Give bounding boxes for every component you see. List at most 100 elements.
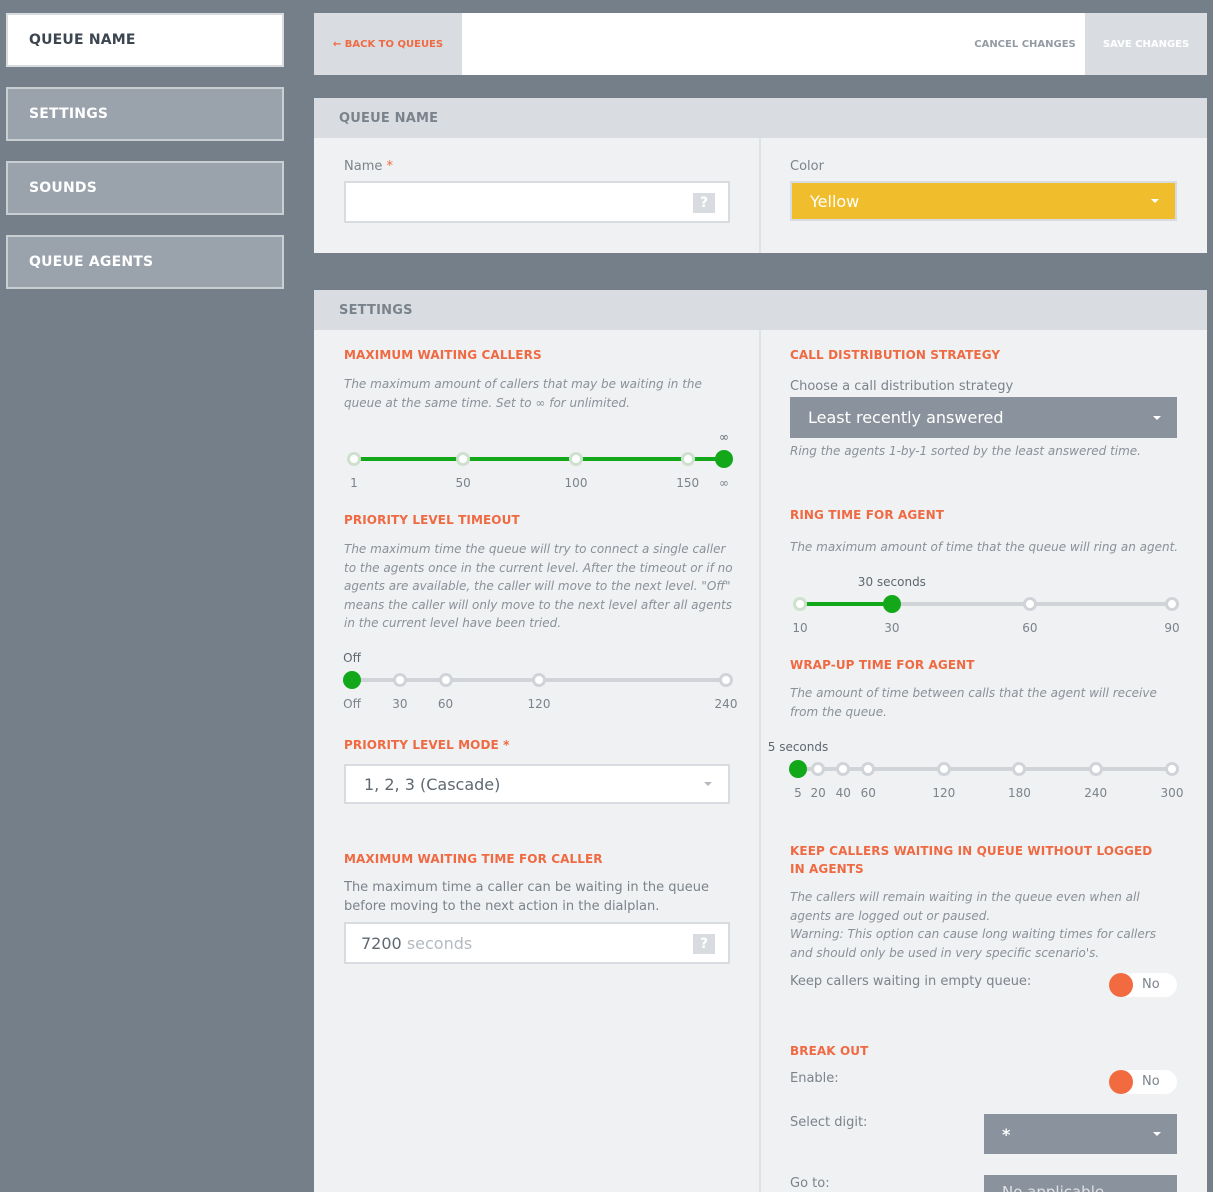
slider-tick[interactable] <box>836 762 851 776</box>
slider-value-label: Off <box>343 651 361 665</box>
keep-callers-toggle[interactable]: No <box>1109 973 1177 997</box>
color-value: Yellow <box>810 191 860 211</box>
slider-tick[interactable] <box>936 762 951 776</box>
slider-fill <box>800 602 892 606</box>
ring-time-title: RING TIME FOR AGENT <box>790 508 945 522</box>
slider-tick-label: 90 <box>1164 621 1180 635</box>
max-waiting-time-title: MAXIMUM WAITING TIME FOR CALLER <box>344 852 603 866</box>
slider-handle[interactable] <box>343 671 361 689</box>
help-icon[interactable]: ? <box>693 193 715 213</box>
slider-tick[interactable] <box>1088 762 1103 776</box>
name-field[interactable]: ? <box>344 181 730 223</box>
panel-title: QUEUE NAME <box>314 98 1207 138</box>
slider-tick[interactable] <box>1022 597 1037 611</box>
slider-tick-label: 240 <box>714 697 738 711</box>
max-waiting-callers-slider[interactable]: 1 50 100 150 ∞ ∞ <box>347 430 733 490</box>
slider-tick-label: 60 <box>860 786 876 800</box>
slider-tick[interactable] <box>456 452 471 466</box>
slider-handle[interactable] <box>882 595 901 613</box>
break-out-enable-toggle[interactable]: No <box>1109 1070 1177 1094</box>
settings-panel: SETTINGS MAXIMUM WAITING CALLERS The max… <box>314 290 1207 1192</box>
slider-value-label: 30 seconds <box>857 575 926 589</box>
priority-level-timeout-title: PRIORITY LEVEL TIMEOUT <box>344 513 520 527</box>
slider-tick[interactable] <box>1165 597 1179 611</box>
slider-tick-label: 20 <box>810 786 826 800</box>
slider-value-label: ∞ <box>719 430 729 444</box>
sidebar-item-label: SETTINGS <box>29 106 109 122</box>
call-distribution-hint: Ring the agents 1-by-1 sorted by the lea… <box>790 444 1141 458</box>
slider-tick[interactable] <box>569 452 583 466</box>
slider-tick-label: 60 <box>1022 621 1038 635</box>
slider-tick-label: 30 <box>392 697 408 711</box>
wrap-up-time-slider[interactable]: 5 20 40 60 120 180 240 300 5 seconds <box>768 740 1184 800</box>
slider-tick[interactable] <box>793 597 807 611</box>
break-out-goto-select[interactable]: No applicable <box>984 1175 1177 1192</box>
slider-tick[interactable] <box>719 673 733 687</box>
break-out-enable-label: Enable: <box>790 1071 839 1086</box>
column-divider <box>759 138 761 253</box>
toggle-knob <box>1109 1070 1133 1094</box>
priority-level-mode-value: 1, 2, 3 (Cascade) <box>364 774 501 794</box>
slider-handle[interactable] <box>789 760 807 778</box>
slider-tick[interactable] <box>1165 762 1179 776</box>
slider-tick-label: ∞ <box>719 476 729 490</box>
slider-tick-label: 180 <box>1007 786 1031 800</box>
chevron-down-icon <box>1153 1132 1161 1136</box>
slider-tick-label: 10 <box>792 621 808 635</box>
save-changes-button[interactable]: SAVE CHANGES <box>1085 13 1207 75</box>
slider-tick[interactable] <box>680 452 695 466</box>
sidebar-item-label: QUEUE AGENTS <box>29 254 154 270</box>
slider-tick-label: 300 <box>1160 786 1184 800</box>
slider-tick-label: 240 <box>1084 786 1108 800</box>
call-distribution-select[interactable]: Least recently answered <box>790 397 1177 438</box>
name-label: Name * <box>344 159 393 174</box>
priority-level-timeout-slider[interactable]: Off 30 60 120 240 Off <box>343 651 737 711</box>
color-select[interactable]: Yellow <box>790 181 1177 221</box>
chevron-down-icon <box>1151 199 1159 203</box>
priority-level-mode-select[interactable]: 1, 2, 3 (Cascade) <box>344 764 730 804</box>
sidebar-item-queue-name[interactable]: QUEUE NAME <box>6 13 284 67</box>
break-out-digit-select[interactable]: * <box>984 1114 1177 1154</box>
slider-tick[interactable] <box>811 762 826 776</box>
slider-tick-label: 50 <box>455 476 471 490</box>
break-out-title: BREAK OUT <box>790 1044 869 1058</box>
sidebar-item-sounds[interactable]: SOUNDS <box>6 161 284 215</box>
wrap-up-time-description: The amount of time between calls that th… <box>790 686 1157 719</box>
sidebar-item-queue-agents[interactable]: QUEUE AGENTS <box>6 235 284 289</box>
slider-handle[interactable] <box>715 450 733 468</box>
slider-tick-label: 30 <box>884 621 900 635</box>
ring-time-slider[interactable]: 10 30 60 90 30 seconds <box>792 575 1179 635</box>
toggle-state: No <box>1142 1074 1160 1089</box>
break-out-goto-value: No applicable <box>1002 1183 1105 1192</box>
toolbar: ← BACK TO QUEUES CANCEL CHANGES SAVE CHA… <box>314 13 1207 75</box>
sidebar-item-label: QUEUE NAME <box>29 32 136 48</box>
slider-tick[interactable] <box>861 762 876 776</box>
sidebar-item-label: SOUNDS <box>29 180 97 196</box>
chevron-down-icon <box>1153 415 1161 420</box>
queue-name-panel: QUEUE NAME Name * ? Color Yellow <box>314 98 1207 253</box>
sidebar-item-settings[interactable]: SETTINGS <box>6 87 284 141</box>
slider-tick-label: 5 <box>794 786 802 800</box>
slider-tick[interactable] <box>347 452 361 466</box>
max-waiting-callers-description: The maximum amount of callers that may b… <box>344 377 702 410</box>
toggle-knob <box>1109 973 1133 997</box>
slider-tick[interactable] <box>438 673 453 687</box>
color-label: Color <box>790 159 824 174</box>
cancel-changes-button[interactable]: CANCEL CHANGES <box>965 13 1085 75</box>
slider-tick[interactable] <box>532 673 546 687</box>
priority-level-timeout-description: The maximum time the queue will try to c… <box>344 542 733 630</box>
max-waiting-time-description: The maximum time a caller can be waiting… <box>344 880 709 914</box>
max-waiting-callers-title: MAXIMUM WAITING CALLERS <box>344 348 542 362</box>
back-to-queues-button[interactable]: ← BACK TO QUEUES <box>314 13 462 75</box>
slider-track[interactable] <box>798 767 1172 771</box>
wrap-up-time-title: WRAP-UP TIME FOR AGENT <box>790 658 975 672</box>
slider-tick-label: 150 <box>676 476 700 490</box>
slider-tick[interactable] <box>1012 762 1027 776</box>
slider-tick-label: 120 <box>527 697 551 711</box>
slider-tick-label: 40 <box>835 786 851 800</box>
priority-level-mode-title: PRIORITY LEVEL MODE * <box>344 738 510 752</box>
slider-fill <box>354 457 724 461</box>
max-waiting-time-field[interactable]: 7200 seconds ? <box>344 922 730 964</box>
help-icon[interactable]: ? <box>693 934 715 954</box>
slider-tick[interactable] <box>392 673 407 687</box>
